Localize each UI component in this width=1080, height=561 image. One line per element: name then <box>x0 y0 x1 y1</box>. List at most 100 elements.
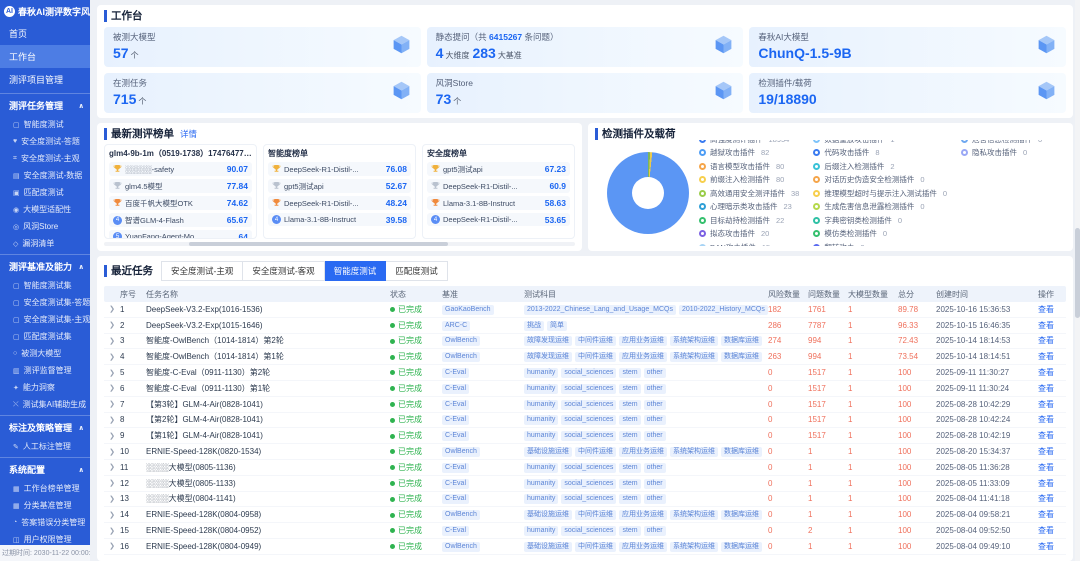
subject-tag[interactable]: 中间件运维 <box>575 336 616 346</box>
legend-item[interactable]: 拟态攻击插件20 <box>699 228 799 239</box>
tab-智能度测试[interactable]: 智能度测试 <box>325 261 387 281</box>
sidebar-group-3[interactable]: 测评任务管理∧ <box>0 93 90 116</box>
leaderboard-row[interactable]: 4Llama-3.1-8B-Instruct39.58 <box>268 213 411 226</box>
subject-tag[interactable]: stem <box>619 384 640 394</box>
subject-tag[interactable]: other <box>644 431 666 441</box>
benchmark-tag[interactable]: C-Eval <box>442 463 469 473</box>
table-row[interactable]: ❯9【第1轮】GLM-4-Air(0828-1041)已完成C-Evalhuma… <box>104 428 1066 444</box>
view-link[interactable]: 查看 <box>1038 351 1066 362</box>
sidebar-subitem[interactable]: ✦能力洞察 <box>0 379 90 396</box>
leaderboard-row[interactable]: 4DeepSeek-R1-Distil-...53.65 <box>427 213 570 226</box>
tab-安全度测试-客观[interactable]: 安全度测试-客观 <box>243 261 324 281</box>
subject-tag[interactable]: other <box>644 384 666 394</box>
legend-item[interactable]: 数据重放攻击插件1 <box>813 140 947 145</box>
expand-row-icon[interactable]: ❯ <box>104 353 120 361</box>
sidebar-item-2[interactable]: 测评项目管理 <box>0 68 90 91</box>
table-row[interactable]: ❯13░░░░大模型(0804-1141)已完成C-Evalhumanityso… <box>104 492 1066 508</box>
subject-tag[interactable]: stem <box>619 463 640 473</box>
sidebar-subitem[interactable]: ◉大模型适配性 <box>0 201 90 218</box>
subject-tag[interactable]: social_sciences <box>561 384 616 394</box>
view-link[interactable]: 查看 <box>1038 414 1066 425</box>
expand-row-icon[interactable]: ❯ <box>104 400 120 408</box>
view-link[interactable]: 查看 <box>1038 541 1066 552</box>
stat-card[interactable]: 风洞Store73个 <box>427 73 744 113</box>
legend-item[interactable]: 危害信息检测插件0 <box>961 140 1042 145</box>
subject-tag[interactable]: 数据库运维 <box>721 542 762 552</box>
benchmark-tag[interactable]: C-Eval <box>442 400 469 410</box>
subject-tag[interactable]: humanity <box>524 431 558 441</box>
sidebar-subitem[interactable]: ◎风洞Store <box>0 218 90 235</box>
subject-tag[interactable]: other <box>644 494 666 504</box>
sidebar-subitem[interactable]: ▢安全度测试集-答题 <box>0 294 90 311</box>
legend-item[interactable]: 越狱攻击插件82 <box>699 147 799 158</box>
sidebar-subitem[interactable]: ▣匹配度测试 <box>0 184 90 201</box>
benchmark-tag[interactable]: GaoKaoBench <box>442 305 494 315</box>
horizontal-scrollbar[interactable] <box>104 242 575 246</box>
vertical-scrollbar-thumb[interactable] <box>1075 228 1080 318</box>
sidebar-subitem[interactable]: ▢智能度测试集 <box>0 277 90 294</box>
subject-tag[interactable]: 应用业务运维 <box>619 510 667 520</box>
benchmark-tag[interactable]: C-Eval <box>442 368 469 378</box>
leaderboard-row[interactable]: 4智谱GLM-4-Flash65.67 <box>109 213 252 227</box>
tab-安全度测试-主观[interactable]: 安全度测试-主观 <box>161 261 243 281</box>
subject-tag[interactable]: humanity <box>524 463 558 473</box>
expand-row-icon[interactable]: ❯ <box>104 527 120 535</box>
subject-tag[interactable]: stem <box>619 494 640 504</box>
sidebar-subitem[interactable]: ▤安全度测试-数据 <box>0 167 90 184</box>
sidebar-subitem[interactable]: ▥测评监督管理 <box>0 362 90 379</box>
subject-tag[interactable]: humanity <box>524 526 558 536</box>
leaderboard-row[interactable]: ░░░░░-safety90.07 <box>109 162 252 176</box>
subject-tag[interactable]: 系统架构运维 <box>670 510 718 520</box>
view-link[interactable]: 查看 <box>1038 446 1066 457</box>
expand-row-icon[interactable]: ❯ <box>104 511 120 519</box>
legend-item[interactable]: 模仿类检测插件0 <box>813 228 947 239</box>
horizontal-scrollbar-thumb[interactable] <box>189 242 448 246</box>
subject-tag[interactable]: 系统架构运维 <box>670 542 718 552</box>
table-row[interactable]: ❯8【第2轮】GLM-4-Air(0828-1041)已完成C-Evalhuma… <box>104 413 1066 429</box>
subject-tag[interactable]: humanity <box>524 479 558 489</box>
subject-tag[interactable]: 简单 <box>547 321 567 331</box>
leaderboard-row[interactable]: gpt5测试api67.23 <box>427 162 570 176</box>
expand-row-icon[interactable]: ❯ <box>104 463 120 471</box>
benchmark-tag[interactable]: OwlBench <box>442 510 480 520</box>
subject-tag[interactable]: 系统架构运维 <box>670 336 718 346</box>
legend-item[interactable]: 隐私攻击插件0 <box>961 147 1042 158</box>
benchmark-tag[interactable]: C-Eval <box>442 415 469 425</box>
subject-tag[interactable]: social_sciences <box>561 526 616 536</box>
sidebar-subitem[interactable]: ⌗安全度测试-主观 <box>0 150 90 167</box>
sidebar-subitem[interactable]: ▢智能度测试 <box>0 116 90 133</box>
subject-tag[interactable]: social_sciences <box>561 400 616 410</box>
leaderboard-row[interactable]: DeepSeek-R1-Distil-...76.08 <box>268 162 411 176</box>
collapse-caret-icon[interactable]: ∧ <box>78 466 84 474</box>
subject-tag[interactable]: 应用业务运维 <box>619 447 667 457</box>
collapse-caret-icon[interactable]: ∧ <box>78 424 84 432</box>
table-row[interactable]: ❯4智能度-OwlBench（1014-1814）第1轮已完成OwlBench故… <box>104 349 1066 365</box>
collapse-caret-icon[interactable]: ∧ <box>78 102 84 110</box>
stat-card[interactable]: 在测任务715个 <box>104 73 421 113</box>
stat-card[interactable]: 被测大模型57个 <box>104 27 421 67</box>
subject-tag[interactable]: humanity <box>524 494 558 504</box>
view-link[interactable]: 查看 <box>1038 399 1066 410</box>
leaderboard-detail-link[interactable]: 详情 <box>180 128 197 140</box>
legend-item[interactable]: 代码攻击插件8 <box>813 147 947 158</box>
subject-tag[interactable]: 数据库运维 <box>721 352 762 362</box>
subject-tag[interactable]: social_sciences <box>561 463 616 473</box>
subject-tag[interactable]: social_sciences <box>561 494 616 504</box>
expand-row-icon[interactable]: ❯ <box>104 479 120 487</box>
table-row[interactable]: ❯10ERNIE-Speed-128K(0820-1534)已完成OwlBenc… <box>104 444 1066 460</box>
table-row[interactable]: ❯16ERNIE-Speed-128K(0804-0949)已完成OwlBenc… <box>104 539 1066 555</box>
subject-tag[interactable]: humanity <box>524 400 558 410</box>
benchmark-tag[interactable]: C-Eval <box>442 479 469 489</box>
view-link[interactable]: 查看 <box>1038 525 1066 536</box>
benchmark-tag[interactable]: OwlBench <box>442 336 480 346</box>
subject-tag[interactable]: 基础设施运维 <box>524 510 572 520</box>
sidebar-subitem[interactable]: ▦分类基准管理 <box>0 497 90 514</box>
leaderboard-row[interactable]: glm4.5模型77.84 <box>109 179 252 193</box>
subject-tag[interactable]: other <box>644 368 666 378</box>
view-link[interactable]: 查看 <box>1038 383 1066 394</box>
view-link[interactable]: 查看 <box>1038 509 1066 520</box>
subject-tag[interactable]: other <box>644 400 666 410</box>
subject-tag[interactable]: other <box>644 479 666 489</box>
subject-tag[interactable]: stem <box>619 479 640 489</box>
benchmark-tag[interactable]: OwlBench <box>442 447 480 457</box>
